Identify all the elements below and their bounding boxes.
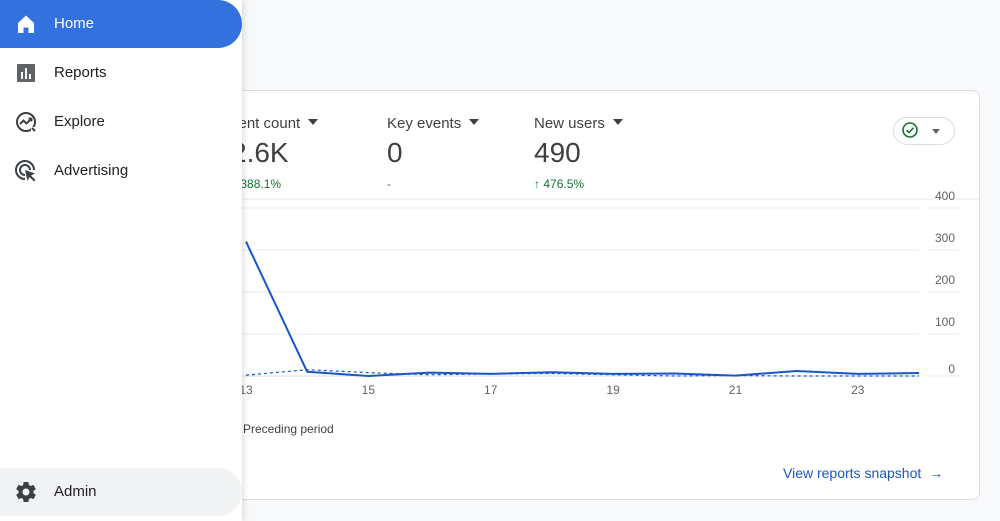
gear-icon xyxy=(16,482,36,503)
sidebar-item-advertising[interactable]: Advertising xyxy=(0,147,242,195)
sidebar-item-label: Explore xyxy=(54,113,105,130)
series-line-current-period xyxy=(245,241,920,377)
overview-card: vent count 2.6K ↑ 388.1% Key events 0 - … xyxy=(200,90,980,500)
view-reports-snapshot-link[interactable]: View reports snapshot → xyxy=(783,465,943,481)
sidebar-item-label: Reports xyxy=(54,64,107,81)
x-tick-label: 21 xyxy=(729,383,743,397)
y-tick-label: 100 xyxy=(935,315,955,329)
legend-preceding-period: Preceding period xyxy=(243,422,334,436)
explore-icon xyxy=(16,112,36,132)
sidebar-item-label: Advertising xyxy=(54,162,129,179)
y-tick-label: 300 xyxy=(935,231,955,245)
sidebar-item-explore[interactable]: Explore xyxy=(0,98,242,146)
x-tick-label: 23 xyxy=(851,383,865,397)
y-tick-label: 400 xyxy=(935,189,955,203)
x-tick-label: 17 xyxy=(484,383,498,397)
y-tick-label: 200 xyxy=(935,273,955,287)
sidebar-item-home[interactable]: Home xyxy=(0,0,242,48)
x-tick-label: 19 xyxy=(606,383,620,397)
line-chart: 010020030040013 15 17 19 21 23 xyxy=(201,189,979,397)
sidebar-item-label: Admin xyxy=(54,483,97,500)
bar-chart-icon xyxy=(17,64,35,82)
advertising-icon xyxy=(15,160,36,182)
arrow-right-icon: → xyxy=(929,465,944,481)
sidebar-item-reports[interactable]: Reports xyxy=(0,49,242,97)
sidebar-item-label: Home xyxy=(54,15,95,32)
sidebar: Home Reports Explore Advertising Admin xyxy=(0,0,242,521)
x-tick-label: 15 xyxy=(362,383,376,397)
home-icon xyxy=(18,15,34,33)
y-tick-label: 0 xyxy=(948,362,955,376)
sidebar-item-admin[interactable]: Admin xyxy=(0,468,242,516)
